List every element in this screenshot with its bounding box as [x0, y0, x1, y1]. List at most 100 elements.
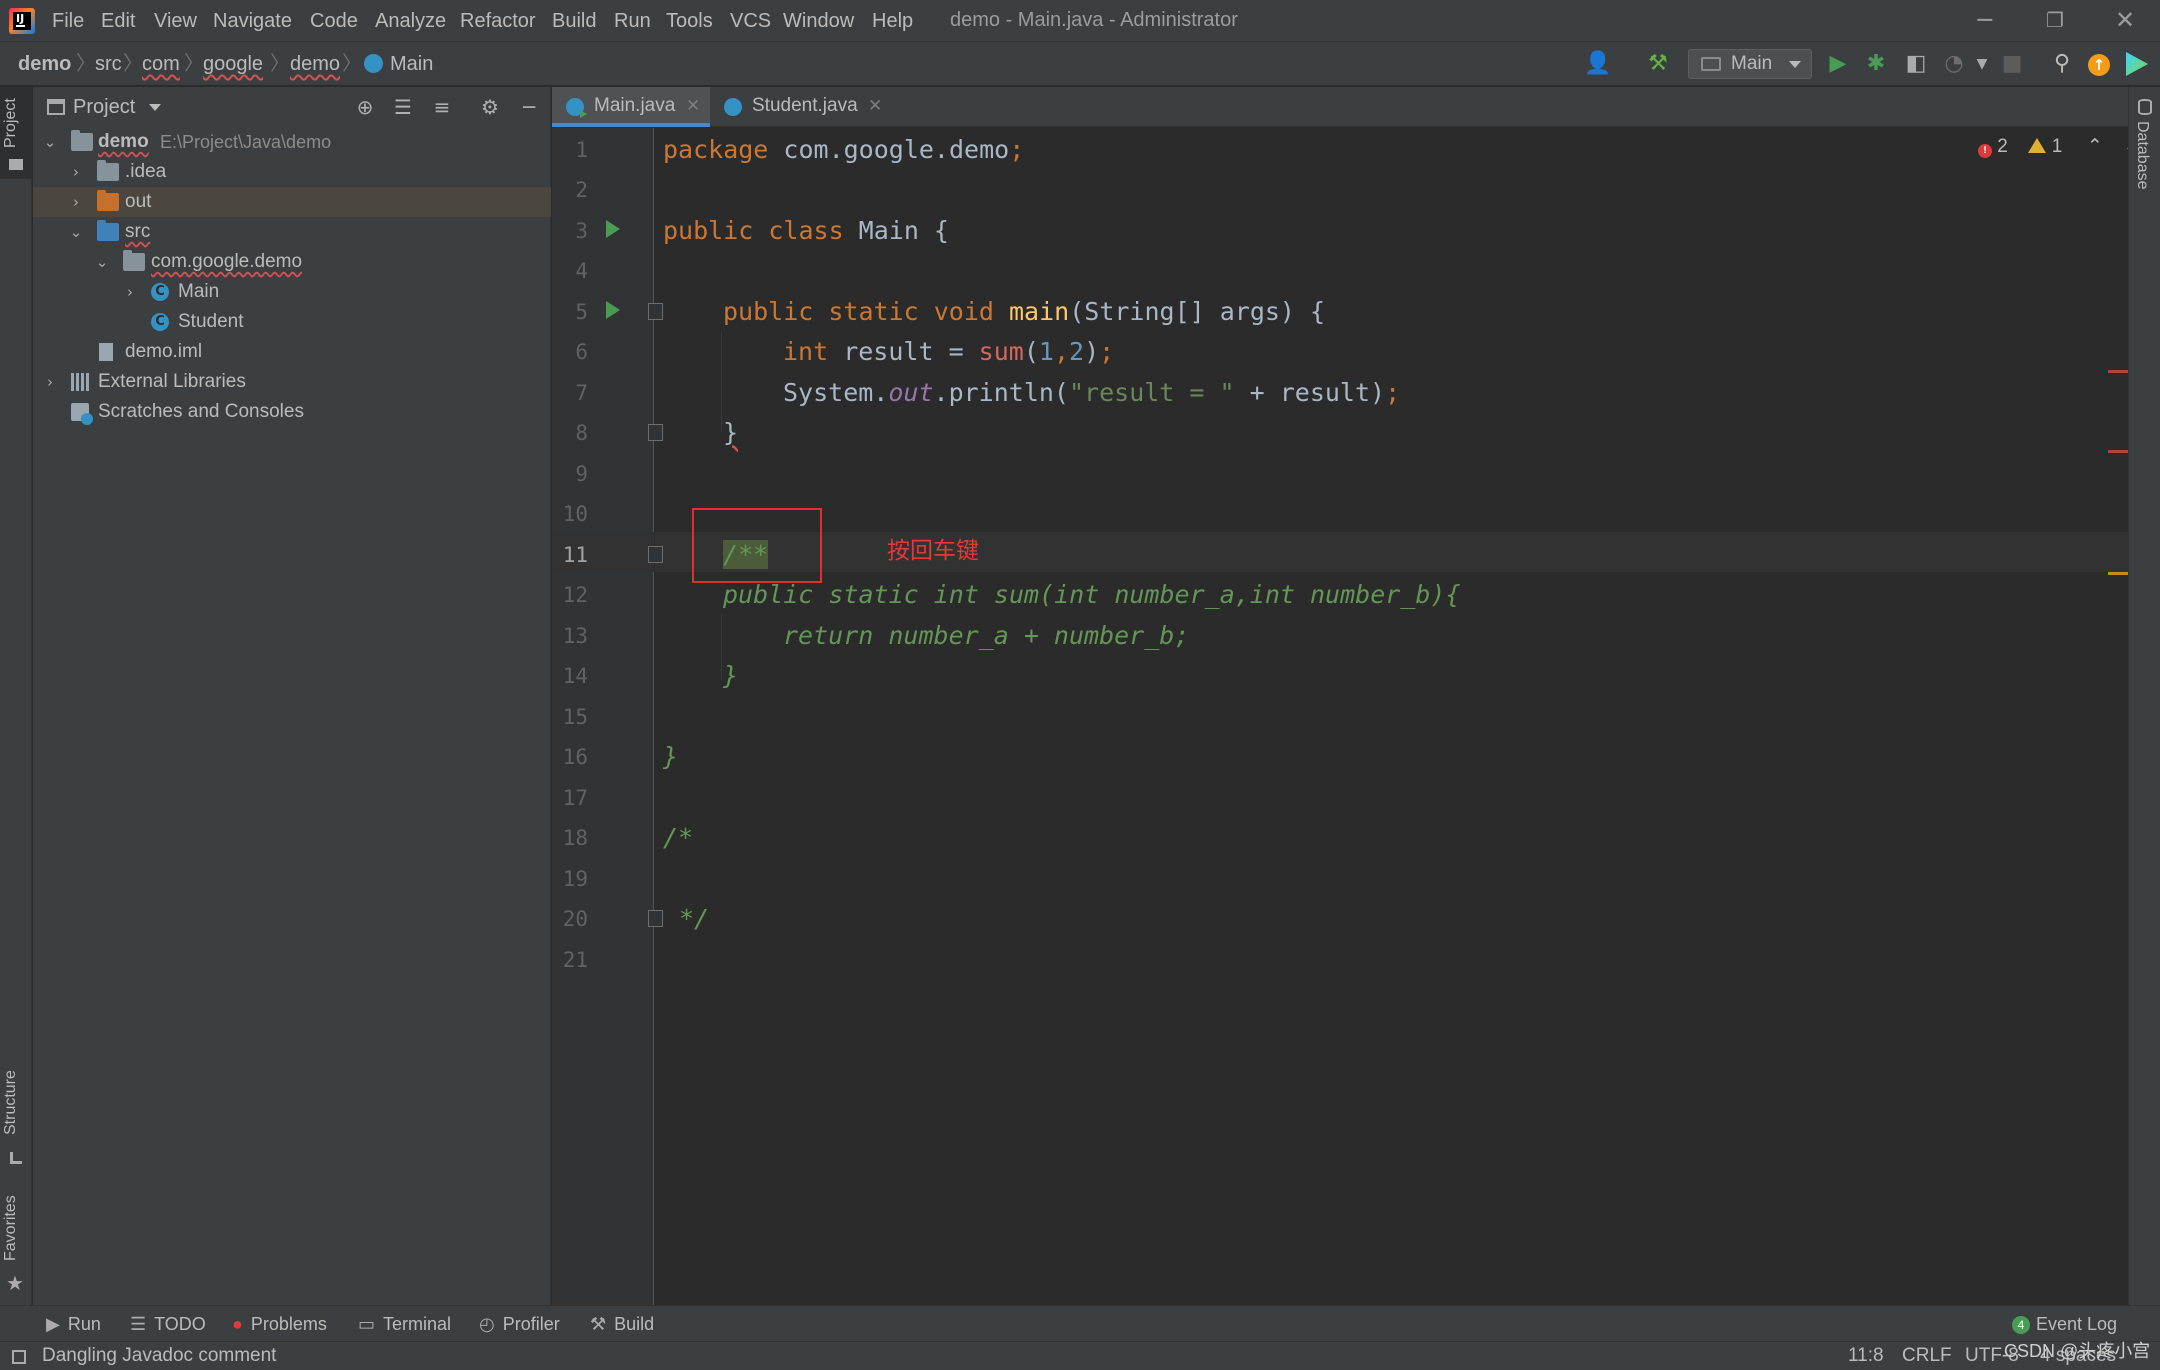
- gear-icon[interactable]: ⚙: [476, 93, 504, 121]
- menu-analyze[interactable]: Analyze: [375, 0, 446, 42]
- class-icon: C: [151, 283, 169, 301]
- tree-item-student[interactable]: C Student: [33, 307, 551, 337]
- breadcrumb-main[interactable]: Main: [390, 42, 433, 86]
- menu-navigate[interactable]: Navigate: [213, 0, 292, 42]
- tool-window-terminal[interactable]: ▭ Terminal: [358, 1306, 451, 1342]
- run-gutter-icon[interactable]: [606, 301, 620, 319]
- structure-tool-tab[interactable]: Structure: [0, 1062, 32, 1172]
- chevron-down-icon[interactable]: ▼: [1966, 48, 1998, 80]
- tool-window-run[interactable]: ▶ Run: [46, 1306, 101, 1342]
- debug-icon[interactable]: ✱: [1860, 48, 1892, 80]
- error-stripe-mark[interactable]: [2108, 450, 2128, 453]
- tree-item-demo-iml[interactable]: demo.iml: [33, 337, 551, 367]
- menu-edit[interactable]: Edit: [101, 0, 135, 42]
- previous-highlight-icon[interactable]: ⌃: [2087, 136, 2103, 157]
- code-token: public static int sum(int number_a,int n…: [723, 580, 1461, 609]
- breadcrumb-demo[interactable]: demo: [18, 42, 71, 86]
- status-toggle-icon[interactable]: [12, 1350, 26, 1364]
- tool-window-todo[interactable]: ☰ TODO: [130, 1306, 206, 1342]
- fold-icon[interactable]: [648, 303, 663, 320]
- code-token: public class: [663, 216, 844, 245]
- close-icon[interactable]: ✕: [2090, 0, 2160, 42]
- tree-item-out[interactable]: › out: [33, 187, 551, 217]
- menu-vcs[interactable]: VCS: [730, 0, 771, 42]
- fold-icon[interactable]: [648, 546, 663, 563]
- menu-tools[interactable]: Tools: [666, 0, 713, 42]
- tool-window-problems[interactable]: ● Problems: [232, 1306, 327, 1342]
- database-tool-tab[interactable]: Database: [2129, 95, 2160, 215]
- update-icon[interactable]: ↑: [2088, 54, 2110, 76]
- plugin-icon[interactable]: [2126, 52, 2148, 76]
- tree-item-main[interactable]: › C Main: [33, 277, 551, 307]
- line-separator[interactable]: CRLF: [1902, 1342, 1952, 1370]
- menu-view[interactable]: View: [154, 0, 197, 42]
- menu-run[interactable]: Run: [614, 0, 651, 42]
- tree-item-external-libraries[interactable]: › External Libraries: [33, 367, 551, 397]
- project-panel-header: Project ⊕ ☰ ≡ ⚙ ─: [33, 87, 551, 127]
- coverage-icon[interactable]: ◧: [1900, 48, 1932, 80]
- folder-icon: [97, 160, 119, 181]
- collapse-all-icon[interactable]: ≡: [428, 93, 456, 121]
- tree-item-idea[interactable]: › .idea: [33, 157, 551, 187]
- code-token: Main {: [843, 216, 949, 245]
- class-icon: C: [151, 313, 169, 331]
- favorites-tool-tab[interactable]: Favorites ★: [0, 1187, 32, 1297]
- inspection-widget[interactable]: ! 2 1 ⌃ ⌄: [1978, 132, 2139, 162]
- build-hammer-icon[interactable]: ⚒: [1642, 48, 1674, 80]
- star-icon: ★: [6, 1271, 24, 1295]
- menu-build[interactable]: Build: [552, 0, 596, 42]
- run-gutter-icon[interactable]: [606, 220, 620, 238]
- fold-icon[interactable]: [648, 424, 663, 441]
- menu-file[interactable]: File: [52, 0, 84, 42]
- chevron-down-icon[interactable]: [149, 104, 161, 111]
- tree-item-demo[interactable]: ⌄ demo E:\Project\Java\demo: [33, 127, 551, 157]
- code-line-7: System.out.println("result = " + result)…: [783, 373, 1400, 413]
- menu-code[interactable]: Code: [310, 0, 358, 42]
- menu-refactor[interactable]: Refactor: [460, 0, 536, 42]
- user-icon[interactable]: 👤: [1582, 48, 1614, 80]
- search-icon[interactable]: ⚲: [2046, 48, 2078, 80]
- tree-item-scratches[interactable]: Scratches and Consoles: [33, 397, 551, 427]
- breadcrumb-com[interactable]: com: [142, 42, 180, 86]
- tab-student-java[interactable]: Student.java ✕: [710, 87, 886, 127]
- run-icon[interactable]: ▶: [1822, 48, 1854, 80]
- chevron-down-icon[interactable]: ⌄: [67, 221, 85, 243]
- breadcrumb-separator: 〉: [270, 51, 290, 75]
- line-number: 16: [562, 745, 588, 769]
- chevron-down-icon[interactable]: ⌄: [41, 131, 59, 153]
- close-tab-icon[interactable]: ✕: [686, 87, 700, 125]
- chevron-right-icon[interactable]: ›: [121, 281, 139, 303]
- tree-item-src[interactable]: ⌄ src: [33, 217, 551, 247]
- line-number: 21: [562, 948, 588, 972]
- restore-icon[interactable]: ❐: [2020, 0, 2090, 42]
- breadcrumb-demo-package[interactable]: demo: [290, 42, 340, 86]
- project-tool-tab[interactable]: Project: [0, 87, 32, 179]
- minimize-icon[interactable]: ─: [1950, 0, 2020, 42]
- breadcrumb-src[interactable]: src: [95, 42, 122, 86]
- project-panel-title[interactable]: Project: [73, 87, 135, 127]
- tool-window-profiler[interactable]: ◴ Profiler: [479, 1306, 560, 1342]
- menu-window[interactable]: Window: [783, 0, 854, 42]
- hide-panel-icon[interactable]: ─: [515, 93, 543, 121]
- caret-position[interactable]: 11:8: [1848, 1342, 1884, 1370]
- tree-item-path: E:\Project\Java\demo: [160, 132, 332, 152]
- warning-stripe-mark[interactable]: [2108, 572, 2128, 575]
- menu-help[interactable]: Help: [872, 0, 913, 42]
- close-tab-icon[interactable]: ✕: [868, 87, 882, 125]
- run-configuration-select[interactable]: Main: [1688, 49, 1812, 79]
- tool-window-build[interactable]: ⚒ Build: [590, 1306, 654, 1342]
- locate-icon[interactable]: ⊕: [351, 93, 379, 121]
- code-token: int: [783, 337, 829, 366]
- chevron-right-icon[interactable]: ›: [41, 371, 59, 393]
- chevron-right-icon[interactable]: ›: [67, 161, 85, 183]
- stop-icon[interactable]: ■: [1996, 48, 2028, 80]
- tree-item-package[interactable]: ⌄ com.google.demo: [33, 247, 551, 277]
- breadcrumb-google[interactable]: google: [203, 42, 263, 86]
- chevron-right-icon[interactable]: ›: [67, 191, 85, 213]
- expand-all-icon[interactable]: ☰: [389, 93, 417, 121]
- chevron-down-icon[interactable]: ⌄: [93, 251, 111, 273]
- fold-icon[interactable]: [648, 910, 663, 927]
- tab-main-java[interactable]: Main.java ✕: [552, 87, 710, 127]
- error-stripe-mark[interactable]: [2108, 370, 2128, 373]
